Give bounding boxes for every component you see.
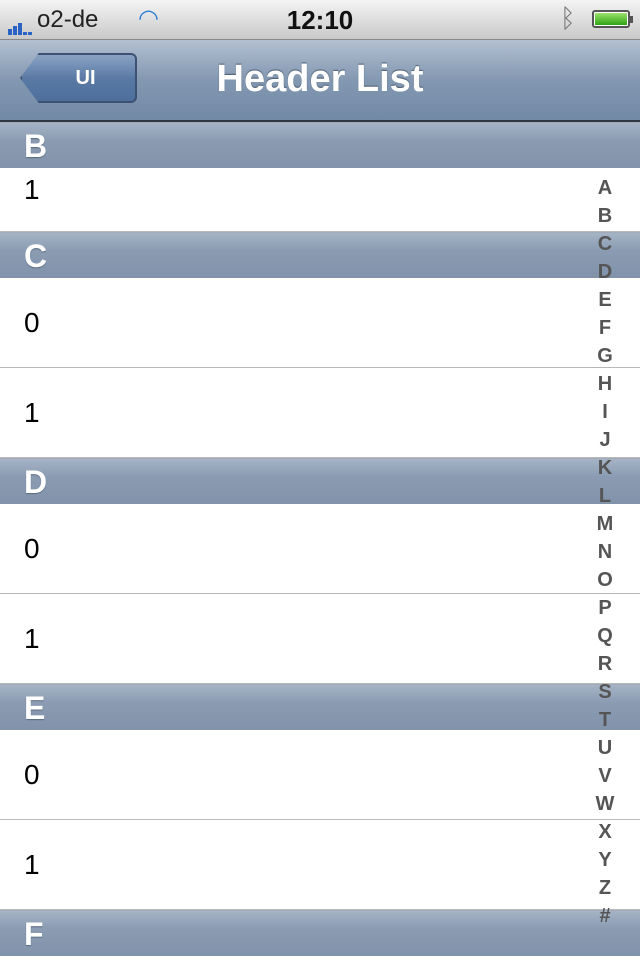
index-letter[interactable]: # [590,902,620,930]
section-header: B [0,122,640,168]
table-row[interactable]: 1 [0,594,640,684]
index-letter[interactable]: O [590,566,620,594]
navigation-bar: UI Header List [0,40,640,122]
index-letter[interactable]: K [590,454,620,482]
index-letter[interactable]: V [590,762,620,790]
index-letter[interactable]: I [590,398,620,426]
index-letter[interactable]: Z [590,874,620,902]
index-letter[interactable]: G [590,342,620,370]
section-header: F [0,910,640,956]
table-row[interactable]: 1 [0,368,640,458]
section-header: D [0,458,640,504]
table-row[interactable]: 1 [0,820,640,910]
index-letter[interactable]: M [590,510,620,538]
index-letter[interactable]: P [590,594,620,622]
index-letter[interactable]: H [590,370,620,398]
section-header: E [0,684,640,730]
index-letter[interactable]: R [590,650,620,678]
clock: 12:10 [286,5,354,35]
index-letter[interactable]: E [590,286,620,314]
page-title: Header List [216,58,424,100]
battery-icon [592,10,633,28]
section-index[interactable]: A B C D E F G H I J K L M N O P Q R S T U V W X Y Z # [590,174,620,930]
index-letter[interactable]: L [590,482,620,510]
index-letter[interactable]: U [590,734,620,762]
index-letter[interactable]: W [590,790,620,818]
index-letter[interactable]: A [590,174,620,202]
index-letter[interactable]: D [590,258,620,286]
bluetooth-icon: ᛒ [560,3,576,33]
index-letter[interactable]: B [590,202,620,230]
index-letter[interactable]: T [590,706,620,734]
table-row[interactable]: 0 [0,278,640,368]
index-letter[interactable]: C [590,230,620,258]
table-row[interactable]: 1 [0,168,640,232]
status-bar: o2-de ◠ 12:10 ᛒ [0,0,640,40]
index-letter[interactable]: Y [590,846,620,874]
index-letter[interactable]: Q [590,622,620,650]
index-letter[interactable]: F [590,314,620,342]
section-header: C [0,232,640,278]
index-letter[interactable]: S [590,678,620,706]
index-letter[interactable]: N [590,538,620,566]
table-row[interactable]: 0 [0,504,640,594]
index-letter[interactable]: X [590,818,620,846]
table-row[interactable]: 0 [0,730,640,820]
index-letter[interactable]: J [590,426,620,454]
